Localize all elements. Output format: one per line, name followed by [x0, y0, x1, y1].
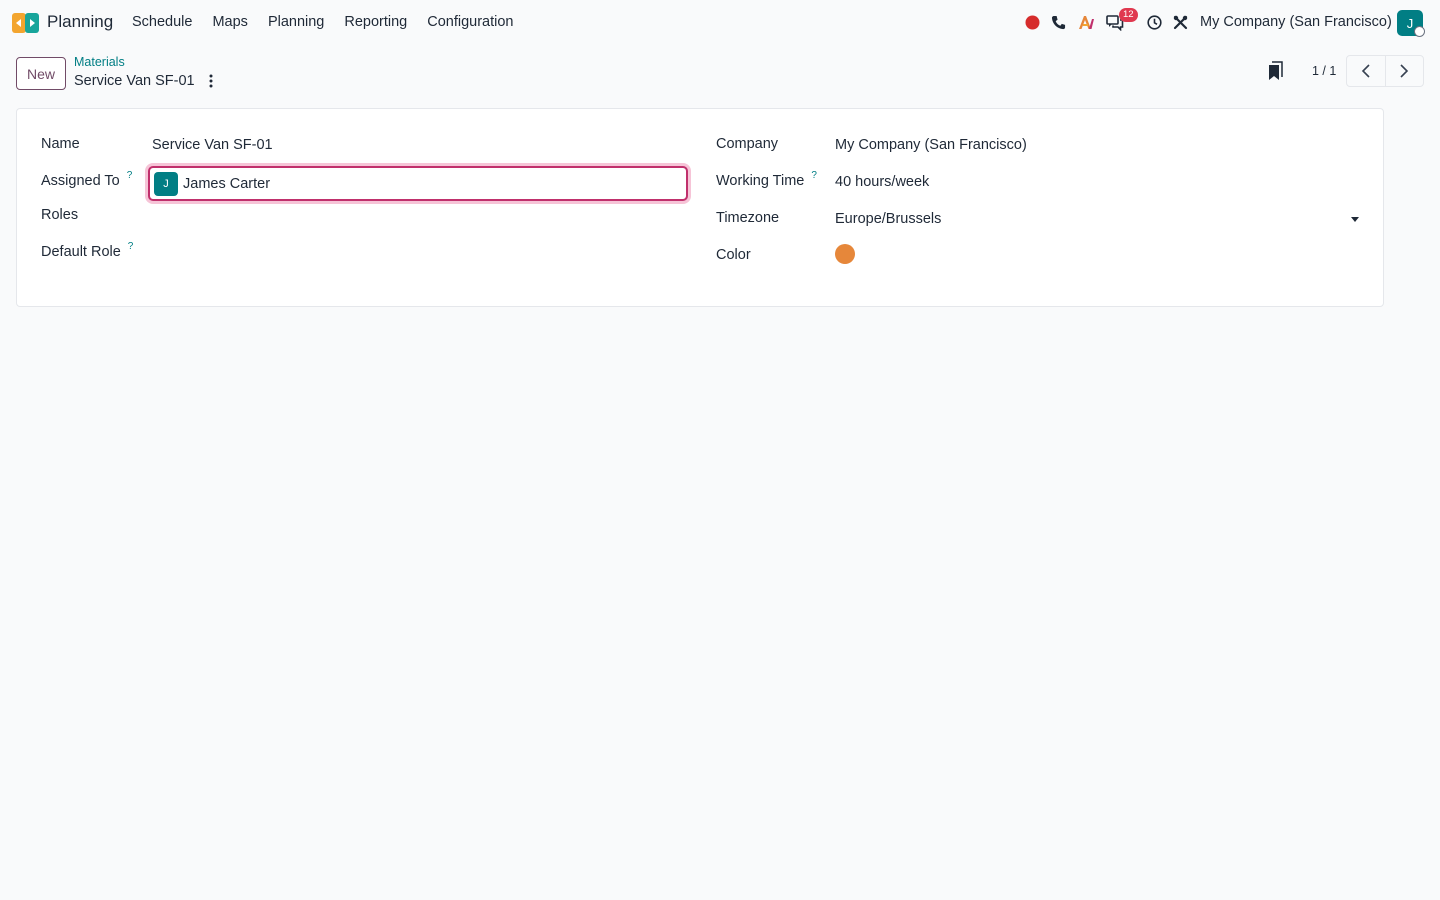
- working-time-field[interactable]: 40 hours/week: [835, 174, 929, 190]
- working-time-help-icon[interactable]: ?: [811, 170, 817, 181]
- chevron-right-icon: [1400, 64, 1409, 78]
- chevron-left-icon: [1361, 64, 1370, 78]
- bookmark-icon[interactable]: [1268, 61, 1284, 81]
- assigned-to-help-icon[interactable]: ?: [127, 170, 133, 181]
- planning-app-icon[interactable]: [12, 11, 40, 35]
- pager-next-button[interactable]: [1384, 56, 1423, 86]
- assigned-to-label: Assigned To?: [41, 170, 133, 189]
- breadcrumb-materials[interactable]: Materials: [74, 55, 125, 69]
- company-switcher[interactable]: My Company (San Francisco): [1200, 14, 1392, 30]
- assigned-to-label-text: Assigned To: [41, 173, 120, 189]
- phone-icon[interactable]: [1051, 15, 1066, 30]
- default-role-field[interactable]: [152, 240, 692, 266]
- app-name[interactable]: Planning: [47, 12, 113, 32]
- top-navbar: Planning Schedule Maps Planning Reportin…: [0, 0, 1440, 46]
- user-status-indicator: [1414, 26, 1425, 37]
- color-label: Color: [716, 247, 751, 263]
- default-role-label-text: Default Role: [41, 244, 121, 260]
- menu-configuration[interactable]: Configuration: [427, 14, 513, 30]
- default-role-label: Default Role?: [41, 241, 134, 260]
- timezone-dropdown-icon[interactable]: [1351, 217, 1359, 222]
- menu-schedule[interactable]: Schedule: [132, 14, 192, 30]
- new-button[interactable]: New: [16, 57, 66, 90]
- ai-icon[interactable]: [1078, 15, 1096, 30]
- pager-buttons: [1346, 55, 1424, 87]
- recording-icon[interactable]: [1025, 15, 1040, 30]
- assigned-user-avatar: J: [154, 171, 178, 196]
- actions-menu-icon[interactable]: [205, 73, 217, 89]
- menu-reporting[interactable]: Reporting: [344, 14, 407, 30]
- pager-previous-button[interactable]: [1347, 56, 1385, 86]
- company-field[interactable]: My Company (San Francisco): [835, 137, 1027, 153]
- timezone-label: Timezone: [716, 210, 780, 226]
- name-field[interactable]: Service Van SF-01: [152, 137, 273, 153]
- assigned-user-name[interactable]: James Carter: [183, 176, 270, 192]
- company-label: Company: [716, 136, 779, 152]
- roles-field[interactable]: [152, 203, 692, 229]
- main-menu: Schedule Maps Planning Reporting Configu…: [132, 14, 534, 30]
- color-picker[interactable]: [835, 244, 855, 264]
- default-role-help-icon[interactable]: ?: [128, 241, 134, 252]
- working-time-label: Working Time?: [716, 170, 817, 189]
- roles-label: Roles: [41, 207, 79, 223]
- working-time-label-text: Working Time: [716, 173, 805, 189]
- timezone-select[interactable]: Europe/Brussels: [835, 211, 941, 227]
- assigned-to-field[interactable]: J James Carter: [148, 166, 688, 201]
- pager-value[interactable]: 1 / 1: [1312, 64, 1336, 78]
- name-label: Name: [41, 136, 80, 152]
- messages-badge: 12: [1119, 8, 1138, 22]
- clock-icon[interactable]: [1147, 15, 1162, 30]
- menu-maps[interactable]: Maps: [212, 14, 247, 30]
- tools-icon[interactable]: [1173, 15, 1188, 30]
- form-sheet: Name Service Van SF-01 Assigned To? J Ja…: [16, 108, 1384, 307]
- menu-planning[interactable]: Planning: [268, 14, 324, 30]
- breadcrumb-current: Service Van SF-01: [74, 73, 195, 89]
